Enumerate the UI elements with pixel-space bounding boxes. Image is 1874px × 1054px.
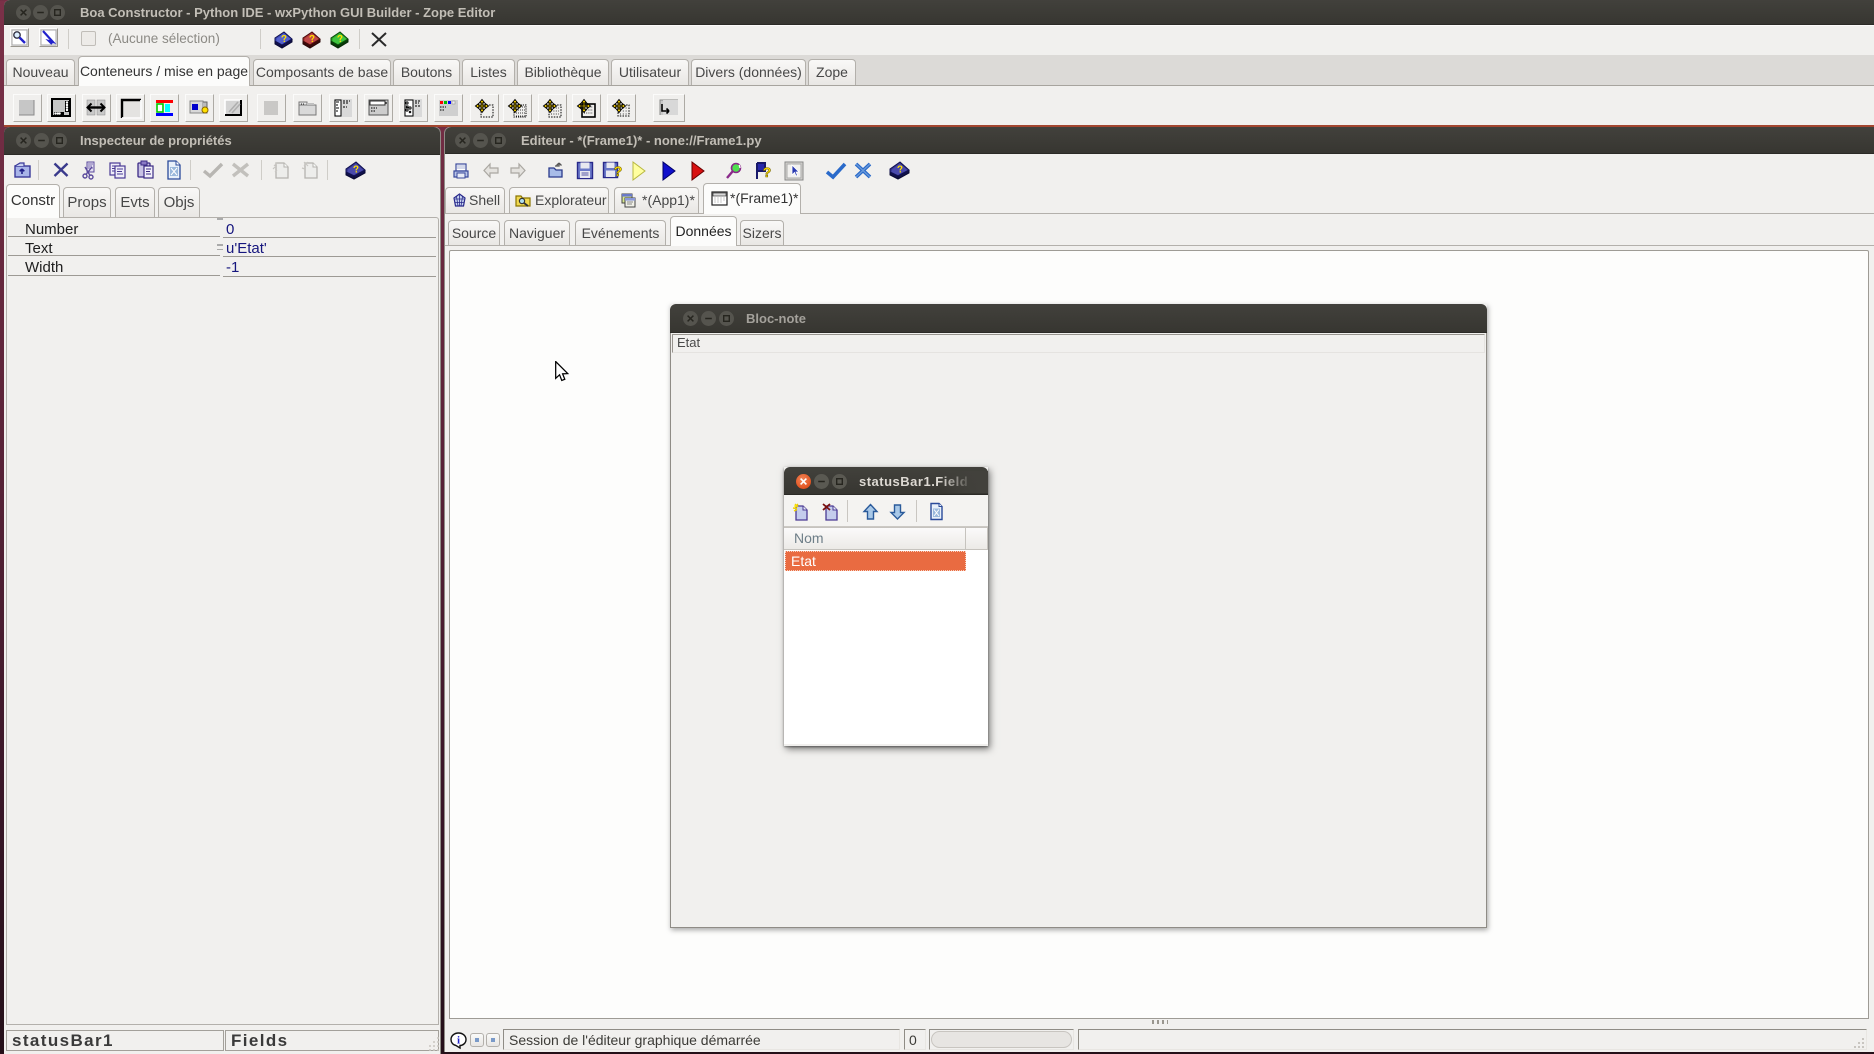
svg-text:i: i [457, 1035, 460, 1047]
svg-text:?: ? [763, 164, 772, 180]
svg-text:?: ? [614, 163, 623, 179]
